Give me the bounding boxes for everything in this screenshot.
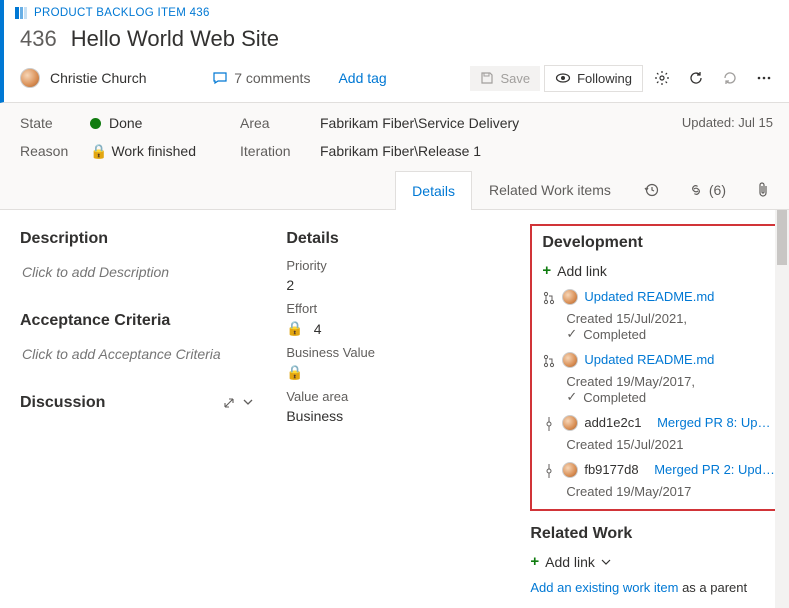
- plus-icon: +: [530, 553, 539, 570]
- add-link-button[interactable]: + Add link: [542, 262, 775, 279]
- commit-icon: [542, 415, 556, 431]
- undo-button[interactable]: [715, 64, 745, 92]
- tab-details[interactable]: Details: [395, 171, 472, 210]
- pull-request-icon: [542, 352, 556, 368]
- avatar: [562, 462, 578, 478]
- dev-created: Created 15/Jul/2021: [566, 437, 775, 452]
- dev-item-commit[interactable]: add1e2c1 Merged PR 8: Up…: [542, 415, 775, 431]
- settings-button[interactable]: [647, 64, 677, 92]
- dev-link[interactable]: Updated README.md: [584, 289, 714, 304]
- value-area-value[interactable]: Business: [286, 408, 498, 424]
- lock-icon: 🔒: [286, 364, 303, 381]
- chevron-down-icon: [601, 557, 611, 567]
- avatar: [20, 68, 40, 88]
- area-label: Area: [240, 115, 310, 131]
- work-item-type-label: PRODUCT BACKLOG ITEM 436: [34, 7, 210, 19]
- commit-hash: add1e2c1: [584, 415, 641, 430]
- avatar: [562, 352, 578, 368]
- attachment-icon: [756, 182, 770, 198]
- dev-created: Created 15/Jul/2021,: [566, 311, 775, 326]
- updated-label: Updated: Jul 15: [682, 115, 773, 130]
- description-input[interactable]: [20, 258, 254, 286]
- state-dot-icon: [90, 118, 101, 129]
- dev-link[interactable]: Updated README.md: [584, 352, 714, 367]
- dev-created: Created 19/May/2017,: [566, 374, 775, 389]
- check-icon: ✓: [566, 389, 577, 405]
- save-button[interactable]: Save: [470, 66, 540, 91]
- tab-related-work-items[interactable]: Related Work items: [472, 170, 628, 209]
- lock-icon: 🔒: [286, 320, 303, 337]
- history-icon: [643, 182, 659, 198]
- description-heading: Description: [20, 230, 254, 248]
- refresh-icon: [688, 70, 704, 86]
- effort-label: Effort: [286, 301, 498, 316]
- add-link-related-button[interactable]: + Add link: [530, 553, 787, 570]
- plus-icon: +: [542, 262, 551, 279]
- comments-link[interactable]: 7 comments: [212, 70, 310, 86]
- iteration-value[interactable]: Fabrikam Fiber\Release 1: [320, 143, 672, 159]
- link-icon: [689, 183, 703, 197]
- reason-value[interactable]: 🔒Work finished: [90, 143, 230, 160]
- comment-icon: [212, 70, 228, 86]
- acceptance-criteria-heading: Acceptance Criteria: [20, 312, 254, 330]
- tab-links[interactable]: (6): [674, 170, 741, 209]
- refresh-button[interactable]: [681, 64, 711, 92]
- follow-button[interactable]: Following: [544, 65, 643, 92]
- dev-link[interactable]: Merged PR 8: Up…: [657, 415, 770, 430]
- priority-value[interactable]: 2: [286, 277, 498, 293]
- work-item-id: 436: [20, 26, 57, 52]
- scrollbar-thumb[interactable]: [777, 210, 787, 265]
- details-heading: Details: [286, 230, 498, 248]
- business-value-label: Business Value: [286, 345, 498, 360]
- state-label: State: [20, 115, 80, 131]
- lock-icon: 🔒: [90, 143, 107, 159]
- development-heading: Development: [542, 234, 775, 252]
- discussion-heading: Discussion: [20, 394, 105, 412]
- reason-label: Reason: [20, 143, 80, 159]
- chevron-down-icon[interactable]: [242, 396, 254, 410]
- add-existing-work-item[interactable]: Add an existing work item as a parent: [530, 580, 787, 595]
- iteration-label: Iteration: [240, 143, 310, 159]
- links-count: (6): [709, 182, 726, 198]
- tab-history[interactable]: [628, 170, 674, 209]
- dev-created: Created 19/May/2017: [566, 484, 775, 499]
- dev-link[interactable]: Merged PR 2: Upd…: [654, 462, 775, 477]
- check-icon: ✓: [566, 326, 577, 342]
- commit-hash: fb9177d8: [584, 462, 638, 477]
- avatar: [562, 415, 578, 431]
- eye-icon: [555, 71, 571, 85]
- business-value-value[interactable]: 🔒: [286, 364, 498, 381]
- more-actions-button[interactable]: [749, 64, 779, 92]
- effort-value[interactable]: 🔒4: [286, 320, 498, 337]
- work-item-type-icon: [14, 6, 28, 20]
- comments-count: 7 comments: [234, 70, 310, 86]
- value-area-label: Value area: [286, 389, 498, 404]
- gear-icon: [654, 70, 670, 86]
- dev-item-commit[interactable]: fb9177d8 Merged PR 2: Upd…: [542, 462, 775, 478]
- tab-attachments[interactable]: [741, 170, 785, 209]
- dev-status: ✓Completed: [566, 326, 775, 342]
- assignee-name[interactable]: Christie Church: [50, 70, 146, 86]
- undo-icon: [722, 70, 738, 86]
- expand-icon[interactable]: [222, 396, 236, 410]
- related-work-heading: Related Work: [530, 525, 787, 543]
- work-item-title[interactable]: Hello World Web Site: [71, 26, 279, 52]
- commit-icon: [542, 462, 556, 478]
- dev-status: ✓Completed: [566, 389, 775, 405]
- dev-item-pr[interactable]: Updated README.md: [542, 352, 775, 368]
- avatar: [562, 289, 578, 305]
- acceptance-criteria-input[interactable]: [20, 340, 254, 368]
- pull-request-icon: [542, 289, 556, 305]
- priority-label: Priority: [286, 258, 498, 273]
- save-icon: [480, 71, 494, 85]
- scrollbar[interactable]: [775, 210, 789, 608]
- add-tag-button[interactable]: Add tag: [338, 70, 386, 86]
- state-value[interactable]: Done: [90, 115, 230, 131]
- dev-item-pr[interactable]: Updated README.md: [542, 289, 775, 305]
- area-value[interactable]: Fabrikam Fiber\Service Delivery: [320, 115, 672, 131]
- ellipsis-icon: [756, 70, 772, 86]
